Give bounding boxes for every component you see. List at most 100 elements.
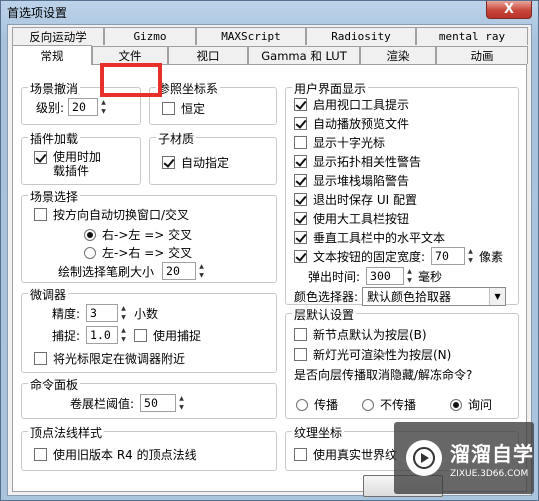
tab-animation[interactable]: 动画	[436, 46, 528, 64]
propagate-radio-row[interactable]: 传播	[296, 396, 338, 413]
spinner-arrows-icon[interactable]: ▲ ▼	[197, 262, 206, 280]
tab-viewports[interactable]: 视口	[168, 46, 248, 64]
watermark-brand: 溜溜自学	[450, 441, 534, 466]
group-title: 参照坐标系	[156, 80, 221, 97]
ui-option-checkbox[interactable]	[294, 155, 307, 168]
new-lights-checkbox[interactable]	[294, 348, 307, 361]
rollup-threshold-row: 卷展栏阈值: 50 ▲ ▼	[70, 394, 186, 412]
auto-assign-row[interactable]: 自动指定	[162, 154, 229, 171]
rtl-radio-row[interactable]: 右->左 => 交叉	[84, 226, 192, 243]
ui-option-checkbox[interactable]	[294, 231, 307, 244]
ui-option-row[interactable]: 显示十字光标	[294, 134, 385, 151]
spinner-arrows-icon[interactable]: ▲ ▼	[405, 267, 414, 285]
flyout-spinner[interactable]: 300 ▲ ▼	[366, 267, 414, 285]
ui-option-row[interactable]: 启用视口工具提示	[294, 96, 409, 113]
fixed-width-spinner[interactable]: 70 ▲ ▼	[431, 247, 475, 265]
snap-field[interactable]: 1.0	[86, 326, 119, 344]
real-world-row[interactable]: 使用真实世界纹	[294, 446, 397, 463]
undo-level-field[interactable]: 20	[68, 98, 99, 116]
ui-option-row[interactable]: 使用大工具栏按钮	[294, 210, 409, 227]
ltr-radio-row[interactable]: 左->右 => 交叉	[84, 244, 192, 261]
watermark-logo-icon	[406, 440, 442, 476]
new-nodes-checkbox[interactable]	[294, 328, 307, 341]
use-snap-checkbox[interactable]	[134, 328, 148, 342]
ltr-radio[interactable]	[84, 246, 96, 259]
fixed-width-checkbox[interactable]	[294, 249, 307, 263]
undo-level-spinner[interactable]: 20 ▲ ▼	[68, 98, 108, 116]
ui-option-checkbox[interactable]	[294, 193, 307, 206]
ui-option-checkbox[interactable]	[294, 212, 307, 225]
tab-mental-ray[interactable]: mental ray	[416, 27, 528, 45]
ui-option-checkbox[interactable]	[294, 117, 307, 130]
flyout-unit: 毫秒	[418, 269, 443, 284]
fixed-width-field[interactable]: 70	[431, 247, 466, 265]
tab-general[interactable]: 常规	[12, 45, 92, 65]
fixed-width-unit: 像素	[479, 249, 504, 264]
ui-option-checkbox[interactable]	[294, 174, 307, 187]
wrap-cursor-row[interactable]: 将光标限定在微调器附近	[34, 350, 185, 367]
ui-option-checkbox[interactable]	[294, 98, 307, 111]
brush-size-spinner[interactable]: 20 ▲ ▼	[162, 262, 206, 280]
ui-option-row[interactable]: 显示拓扑相关性警告	[294, 153, 421, 170]
load-on-use-row[interactable]: 使用时加 载插件	[34, 150, 101, 178]
auto-window-checkbox[interactable]	[34, 208, 47, 221]
ui-option-checkbox[interactable]	[294, 136, 307, 149]
constant-label: 恒定	[181, 102, 206, 116]
highlight-box	[100, 63, 162, 97]
flyout-label: 弹出时间:	[308, 269, 361, 284]
precision-field[interactable]: 3	[86, 304, 119, 322]
legacy-normals-checkbox[interactable]	[34, 448, 47, 461]
real-world-checkbox[interactable]	[294, 448, 307, 461]
ui-option-row[interactable]: 自动播放预览文件	[294, 115, 409, 132]
precision-spinner[interactable]: 3 ▲ ▼	[86, 304, 128, 322]
close-button[interactable]: X	[486, 1, 532, 19]
spinner-arrows-icon[interactable]: ▲ ▼	[466, 247, 475, 265]
undo-level-label: 级别:	[36, 100, 65, 115]
tab-maxscript[interactable]: MAXScript	[196, 27, 306, 45]
ask-radio[interactable]	[450, 398, 462, 411]
new-lights-row[interactable]: 新灯光可渲染性为按层(N)	[294, 346, 451, 363]
precision-unit: 小数	[134, 306, 159, 321]
ui-option-row[interactable]: 退出时保存 UI 配置	[294, 191, 417, 208]
rollup-threshold-spinner[interactable]: 50 ▲ ▼	[140, 394, 186, 412]
wrap-cursor-checkbox[interactable]	[34, 352, 47, 365]
tab-radiosity[interactable]: Radiosity	[306, 27, 416, 45]
load-on-use-checkbox[interactable]	[34, 151, 47, 164]
spinner-arrows-icon[interactable]: ▲ ▼	[177, 394, 186, 412]
tab-gamma-lut[interactable]: Gamma 和 LUT	[248, 46, 360, 64]
group-title: 用户界面显示	[292, 80, 369, 97]
flyout-field[interactable]: 300	[366, 267, 405, 285]
dropdown-arrow-icon[interactable]: ▼	[489, 288, 506, 305]
ui-option-row[interactable]: 显示堆栈塌陷警告	[294, 172, 409, 189]
spinner-arrows-icon[interactable]: ▲ ▼	[119, 304, 128, 322]
spinner-arrows-icon[interactable]: ▲ ▼	[99, 98, 108, 116]
auto-window-row[interactable]: 按方向自动切换窗口/交叉	[34, 206, 189, 223]
constant-checkbox-row[interactable]: 恒定	[162, 100, 205, 117]
spinner-arrows-icon[interactable]: ▲ ▼	[119, 326, 128, 344]
snap-spinner[interactable]: 1.0 ▲ ▼	[86, 326, 128, 344]
tab-ik[interactable]: 反向运动学	[12, 27, 104, 45]
brush-size-field[interactable]: 20	[162, 262, 197, 280]
tab-rendering[interactable]: 渲染	[360, 46, 436, 64]
new-nodes-row[interactable]: 新节点默认为按层(B)	[294, 326, 427, 343]
ui-option-label: 显示十字光标	[313, 136, 386, 150]
group-title: 场景撤消	[28, 80, 81, 97]
auto-assign-checkbox[interactable]	[162, 156, 175, 169]
no-propagate-radio-row[interactable]: 不传播	[362, 396, 416, 413]
ask-radio-row[interactable]: 询问	[450, 396, 492, 413]
tab-gizmo[interactable]: Gizmo	[104, 27, 196, 45]
window-title: 首选项设置	[7, 6, 68, 20]
new-nodes-label: 新节点默认为按层(B)	[313, 328, 427, 342]
snap-label: 捕捉:	[52, 328, 81, 343]
load-on-use-label: 使用时加 载插件	[53, 150, 102, 178]
color-picker-select[interactable]: 默认颜色拾取器 ▼	[362, 287, 507, 306]
no-propagate-radio[interactable]	[362, 398, 374, 411]
ui-option-row[interactable]: 垂直工具栏中的水平文本	[294, 229, 445, 246]
tab-files[interactable]: 文件	[92, 46, 168, 64]
rollup-threshold-field[interactable]: 50	[140, 394, 177, 412]
propagate-radio[interactable]	[296, 398, 308, 411]
rtl-label: 右->左 => 交叉	[102, 228, 193, 242]
rtl-radio[interactable]	[84, 228, 96, 241]
constant-checkbox[interactable]	[162, 102, 175, 115]
legacy-normals-row[interactable]: 使用旧版本 R4 的顶点法线	[34, 446, 197, 463]
